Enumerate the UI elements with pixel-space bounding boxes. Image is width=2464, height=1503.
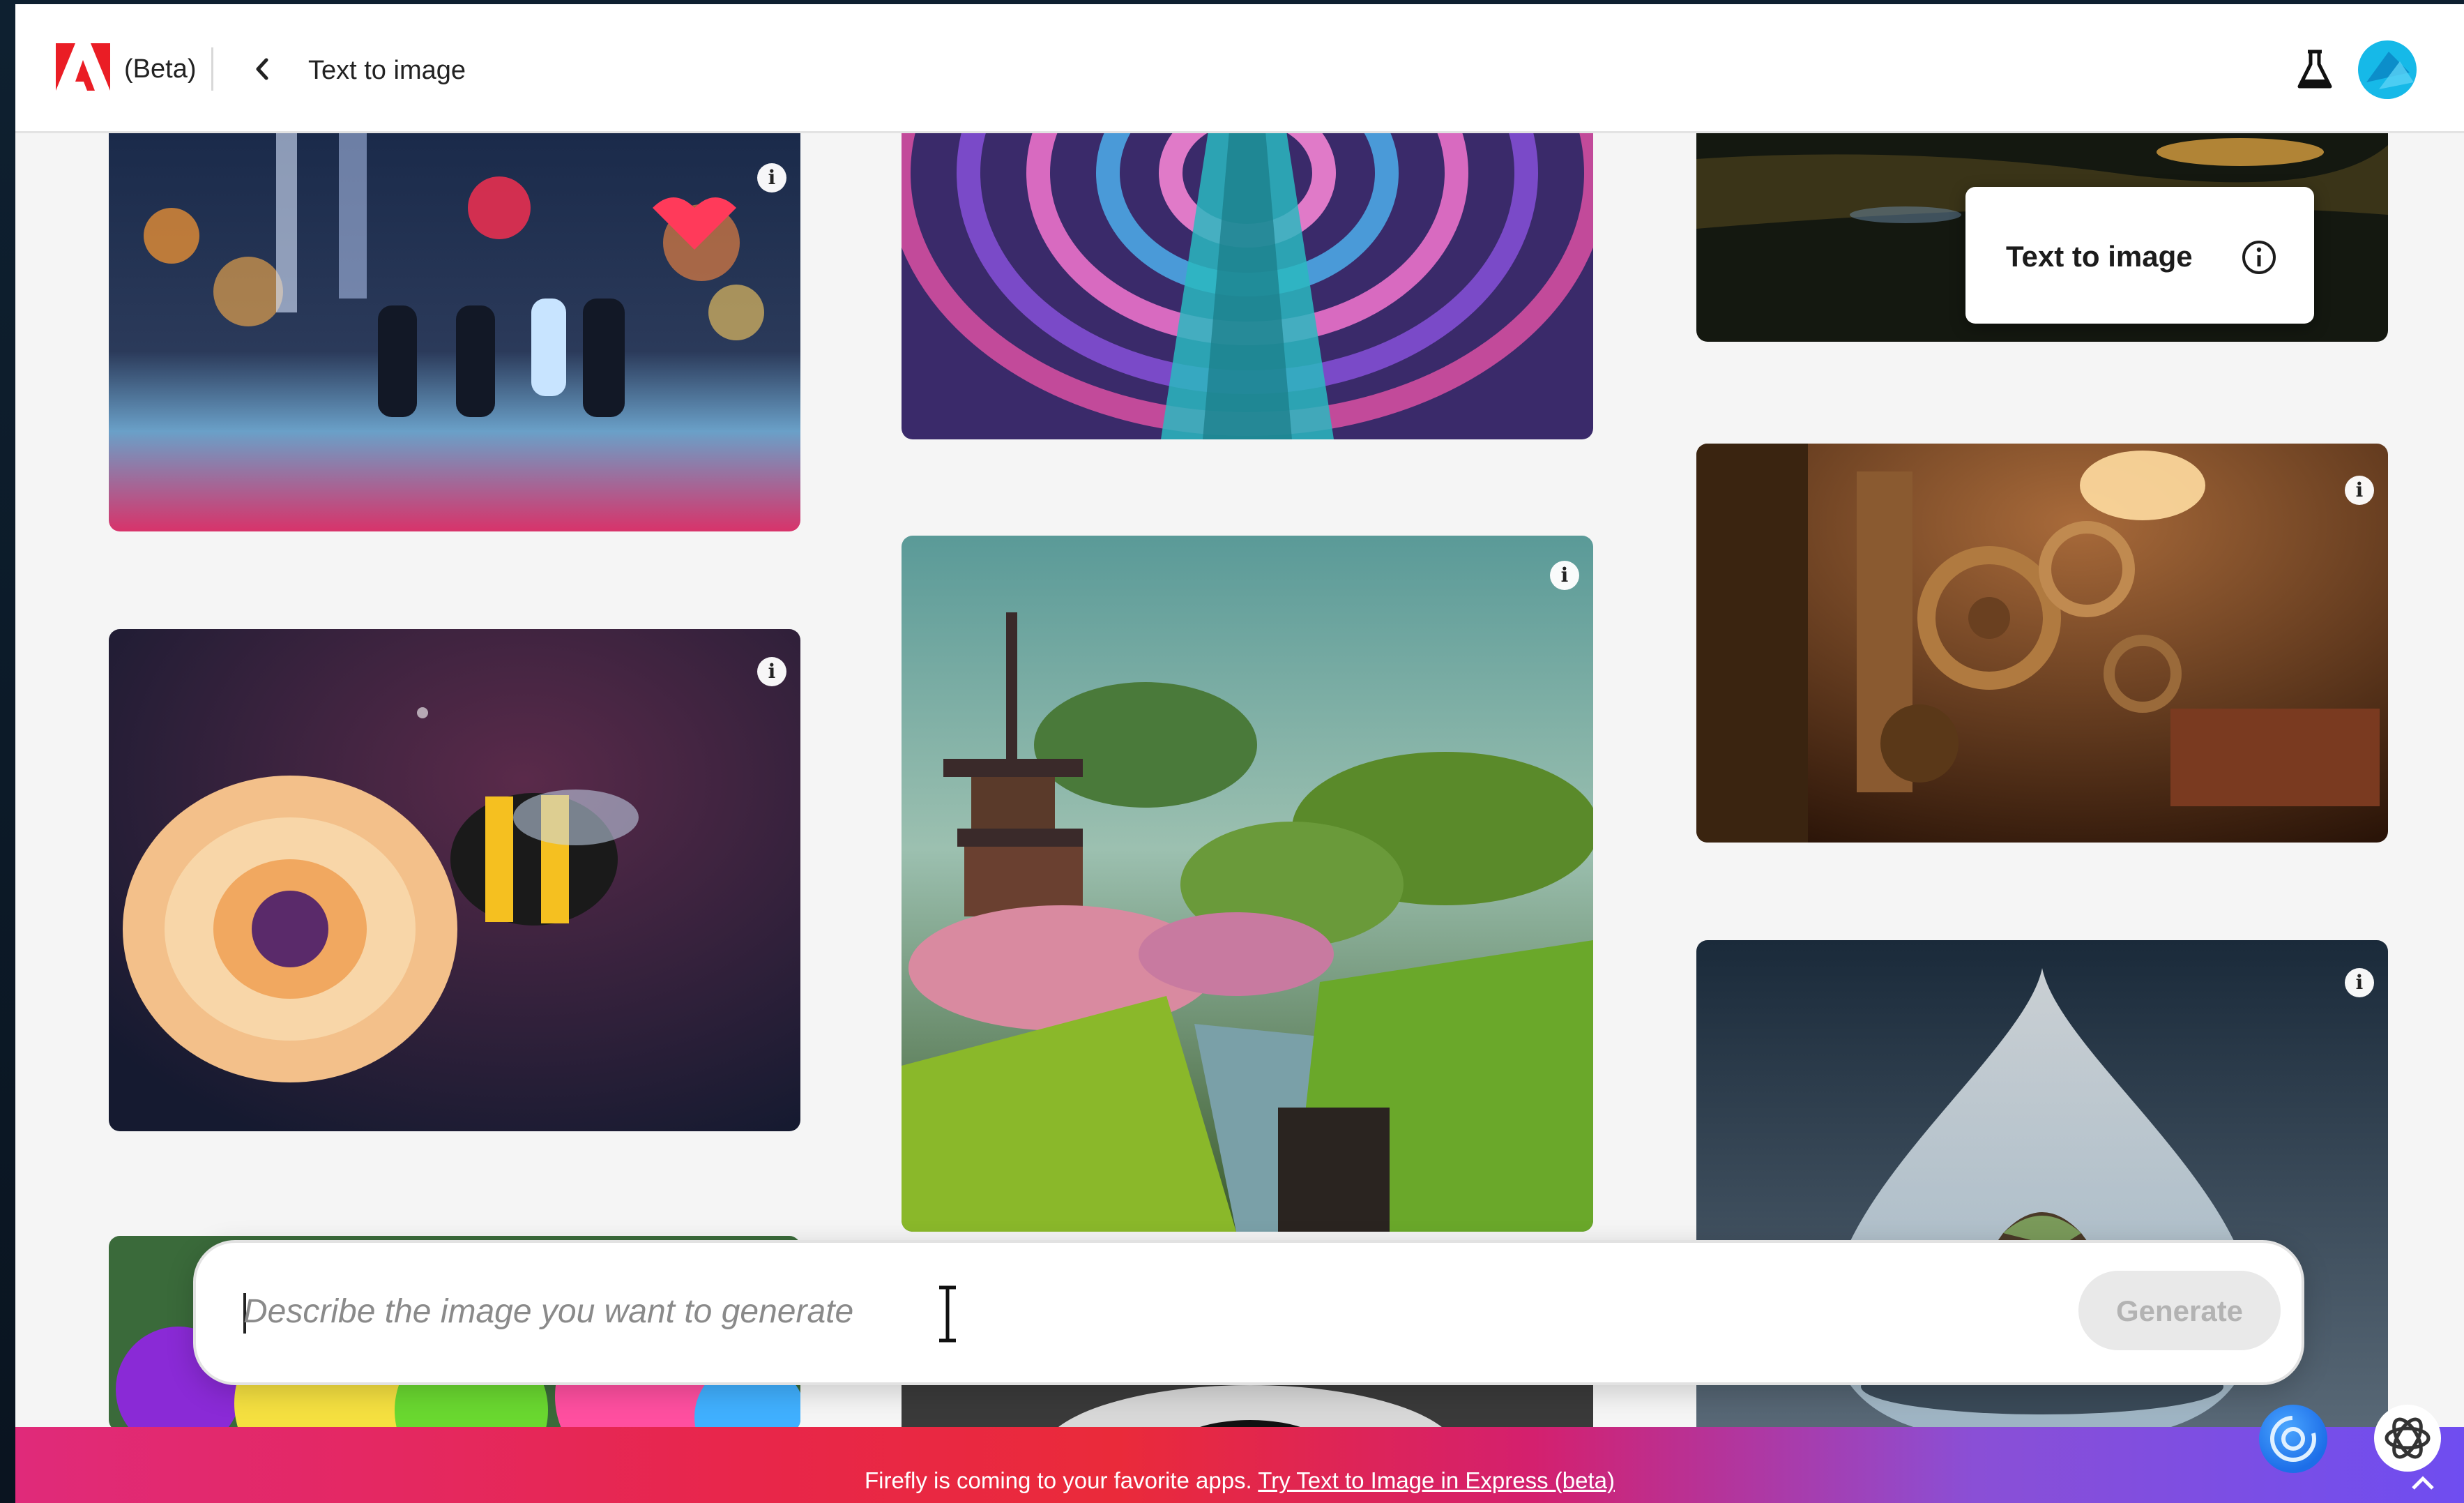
card-psychedelic-tunnel[interactable] [902, 131, 1593, 439]
tooltip-label: Text to image [2006, 240, 2193, 273]
ibeam-cursor-icon [939, 1285, 956, 1343]
bee-flower-image [109, 629, 800, 1131]
info-icon[interactable]: i [757, 163, 786, 192]
close-icon[interactable] [2409, 1465, 2437, 1493]
assistant-icon[interactable] [2259, 1405, 2327, 1473]
info-icon[interactable]: i [2345, 968, 2374, 997]
info-icon[interactable]: i [1550, 561, 1579, 590]
chatgpt-icon[interactable] [2374, 1405, 2441, 1472]
page-title: Text to image [308, 56, 466, 85]
desktop-background: (Beta) Text to image i i i i i Text to i… [0, 0, 2464, 1503]
psychedelic-tunnel-image [902, 131, 1593, 439]
card-steampunk-room[interactable]: i [1696, 444, 2388, 843]
city-couples-image [109, 131, 800, 531]
generate-button[interactable]: Generate [2078, 1271, 2281, 1350]
card-city-couples[interactable]: i [109, 131, 800, 531]
chevron-left-icon[interactable] [245, 52, 280, 86]
firefly-promo-banner: Firefly is coming to your favorite apps.… [15, 1427, 2464, 1503]
avatar[interactable] [2358, 40, 2417, 99]
card-pagoda-landscape[interactable]: i [902, 536, 1593, 1232]
text-to-image-tooltip: Text to image [1965, 187, 2314, 324]
steampunk-room-image [1696, 444, 2388, 843]
card-bee-flower[interactable]: i [109, 629, 800, 1131]
top-header: (Beta) Text to image [15, 4, 2464, 133]
info-icon[interactable]: i [757, 657, 786, 686]
beta-label: (Beta) [124, 54, 197, 84]
flask-icon[interactable] [2295, 49, 2334, 91]
try-express-link[interactable]: Try Text to Image in Express (beta) [1258, 1467, 1615, 1493]
promo-text: Firefly is coming to your favorite apps. [865, 1467, 1258, 1493]
info-icon[interactable] [2240, 239, 2278, 276]
pagoda-landscape-image [902, 536, 1593, 1232]
prompt-input[interactable] [243, 1278, 1972, 1345]
adobe-logo[interactable] [56, 43, 110, 91]
firefly-app-window: (Beta) Text to image i i i i i Text to i… [15, 4, 2464, 1503]
header-divider [211, 47, 213, 91]
info-icon[interactable]: i [2345, 476, 2374, 505]
prompt-bar: Generate [193, 1240, 2304, 1385]
promo-text-line: Firefly is coming to your favorite apps.… [15, 1467, 2464, 1494]
